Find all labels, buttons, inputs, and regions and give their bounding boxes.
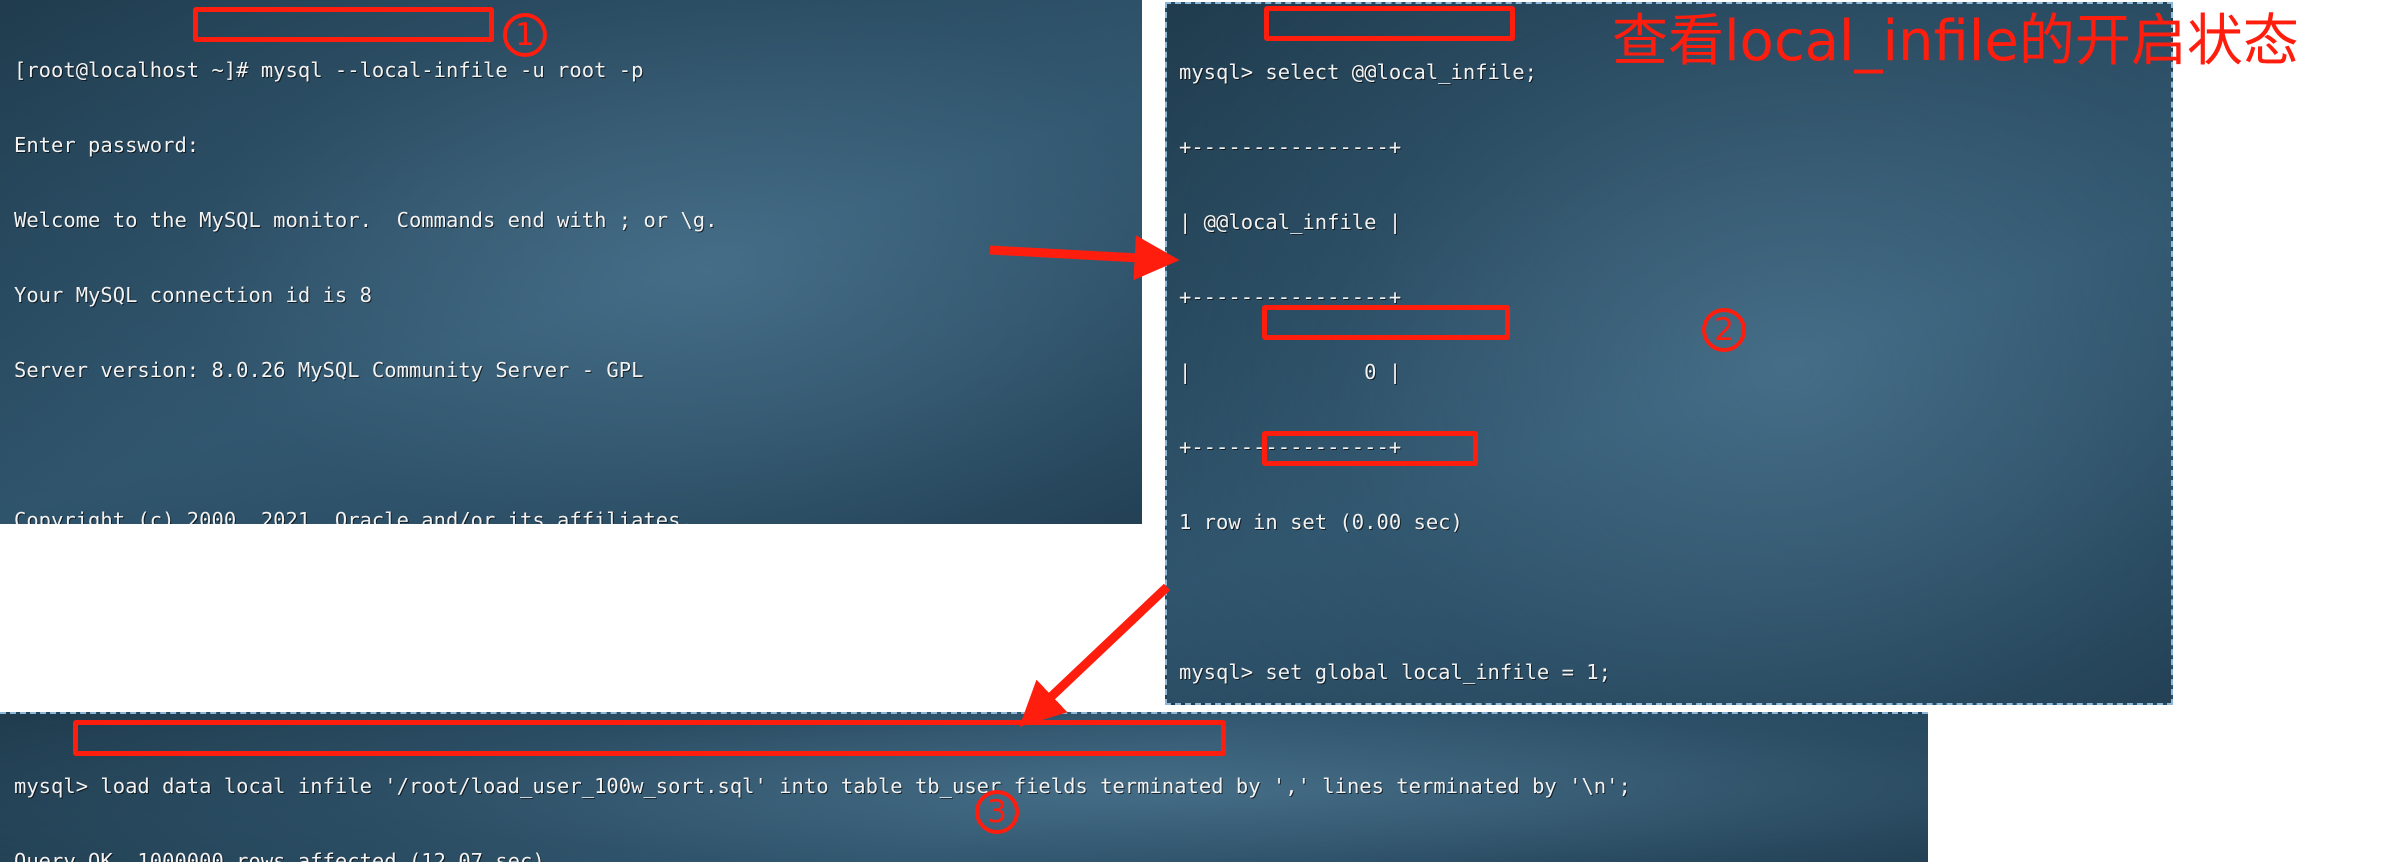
step-marker-3-label: 3 [987, 794, 1007, 830]
step-marker-2-label: 2 [1714, 312, 1734, 348]
linux-shell-panel[interactable]: [root@localhost ~]# mysql --local-infile… [0, 0, 1142, 524]
shell-line: Your MySQL connection id is 8 [14, 283, 372, 307]
mysql-line-blank [1179, 585, 2171, 610]
shell-line: Welcome to the MySQL monitor. Commands e… [14, 208, 718, 232]
shell-line: Enter password: [14, 133, 200, 157]
mysql-line: 1 row in set (0.00 sec) [1179, 510, 1463, 534]
mysql-line: mysql> load data local infile '/root/loa… [14, 774, 1631, 798]
mysql-line: Query OK, 1000000 rows affected (12.07 s… [14, 849, 545, 862]
step-marker-2: 2 [1702, 308, 1746, 352]
mysql-load-data-panel[interactable]: mysql> load data local infile '/root/loa… [0, 712, 1928, 862]
shell-line-blank [14, 433, 1142, 458]
mysql-line: | 0 | [1179, 360, 1402, 384]
shell-line: Copyright (c) 2000, 2021, Oracle and/or … [14, 508, 693, 524]
step-marker-1-label: 1 [515, 17, 535, 53]
mysql-line: +----------------+ [1179, 435, 1402, 459]
mysql-line: | @@local_infile | [1179, 210, 1402, 234]
shell-line: [root@localhost ~]# mysql --local-infile… [14, 58, 644, 82]
mysql-line: mysql> set global local_infile = 1; [1179, 660, 1611, 684]
shell-line: Server version: 8.0.26 MySQL Community S… [14, 358, 644, 382]
mysql-client-panel[interactable]: mysql> select @@local_infile; +---------… [1165, 2, 2173, 705]
mysql-line: +----------------+ [1179, 285, 1402, 309]
step-marker-3: 3 [975, 790, 1019, 834]
mysql-line: +----------------+ [1179, 135, 1402, 159]
chinese-annotation-note: 查看local_infile的开启状态 [1612, 9, 2299, 74]
arrow-right-to-bottom-panel [1019, 583, 1171, 727]
step-marker-1: 1 [503, 13, 547, 57]
